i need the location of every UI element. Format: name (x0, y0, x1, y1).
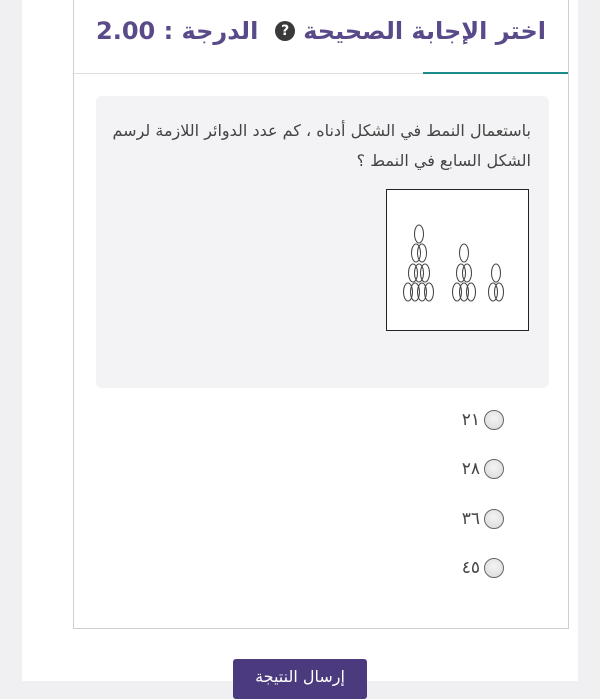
option-label: ٤٥ (461, 558, 480, 578)
radio-button[interactable] (484, 558, 504, 578)
radio-button[interactable] (484, 509, 504, 529)
option-1[interactable]: ٢١ (462, 410, 504, 430)
question-text: باستعمال النمط في الشكل أدناه ، كم عدد ا… (112, 121, 531, 170)
option-label: ٢٨ (461, 459, 480, 479)
header-title: اختر الإجابة الصحيحة ? (275, 17, 546, 45)
card-header: اختر الإجابة الصحيحة ? الدرجة : 2.00 (74, 0, 568, 74)
active-tab-underline (423, 72, 568, 74)
option-2[interactable]: ٢٨ (462, 459, 504, 479)
grade-label: الدرجة : 2.00 (96, 17, 259, 45)
option-label: ٢١ (461, 410, 480, 430)
radio-button[interactable] (484, 410, 504, 430)
option-label: ٣٦ (461, 509, 480, 529)
question-card: اختر الإجابة الصحيحة ? الدرجة : 2.00 باس… (73, 0, 569, 629)
circle-pattern-image (403, 224, 504, 302)
header-title-text: اختر الإجابة الصحيحة (303, 17, 546, 45)
radio-button[interactable] (484, 459, 504, 479)
option-3[interactable]: ٣٦ (462, 509, 504, 529)
submit-button[interactable]: إرسال النتيجة (233, 659, 367, 699)
pattern-figure (386, 189, 529, 331)
page: اختر الإجابة الصحيحة ? الدرجة : 2.00 باس… (22, 0, 578, 699)
option-4[interactable]: ٤٥ (462, 558, 504, 578)
question-box: باستعمال النمط في الشكل أدناه ، كم عدد ا… (96, 96, 549, 388)
question-circle-icon[interactable]: ? (275, 21, 296, 41)
